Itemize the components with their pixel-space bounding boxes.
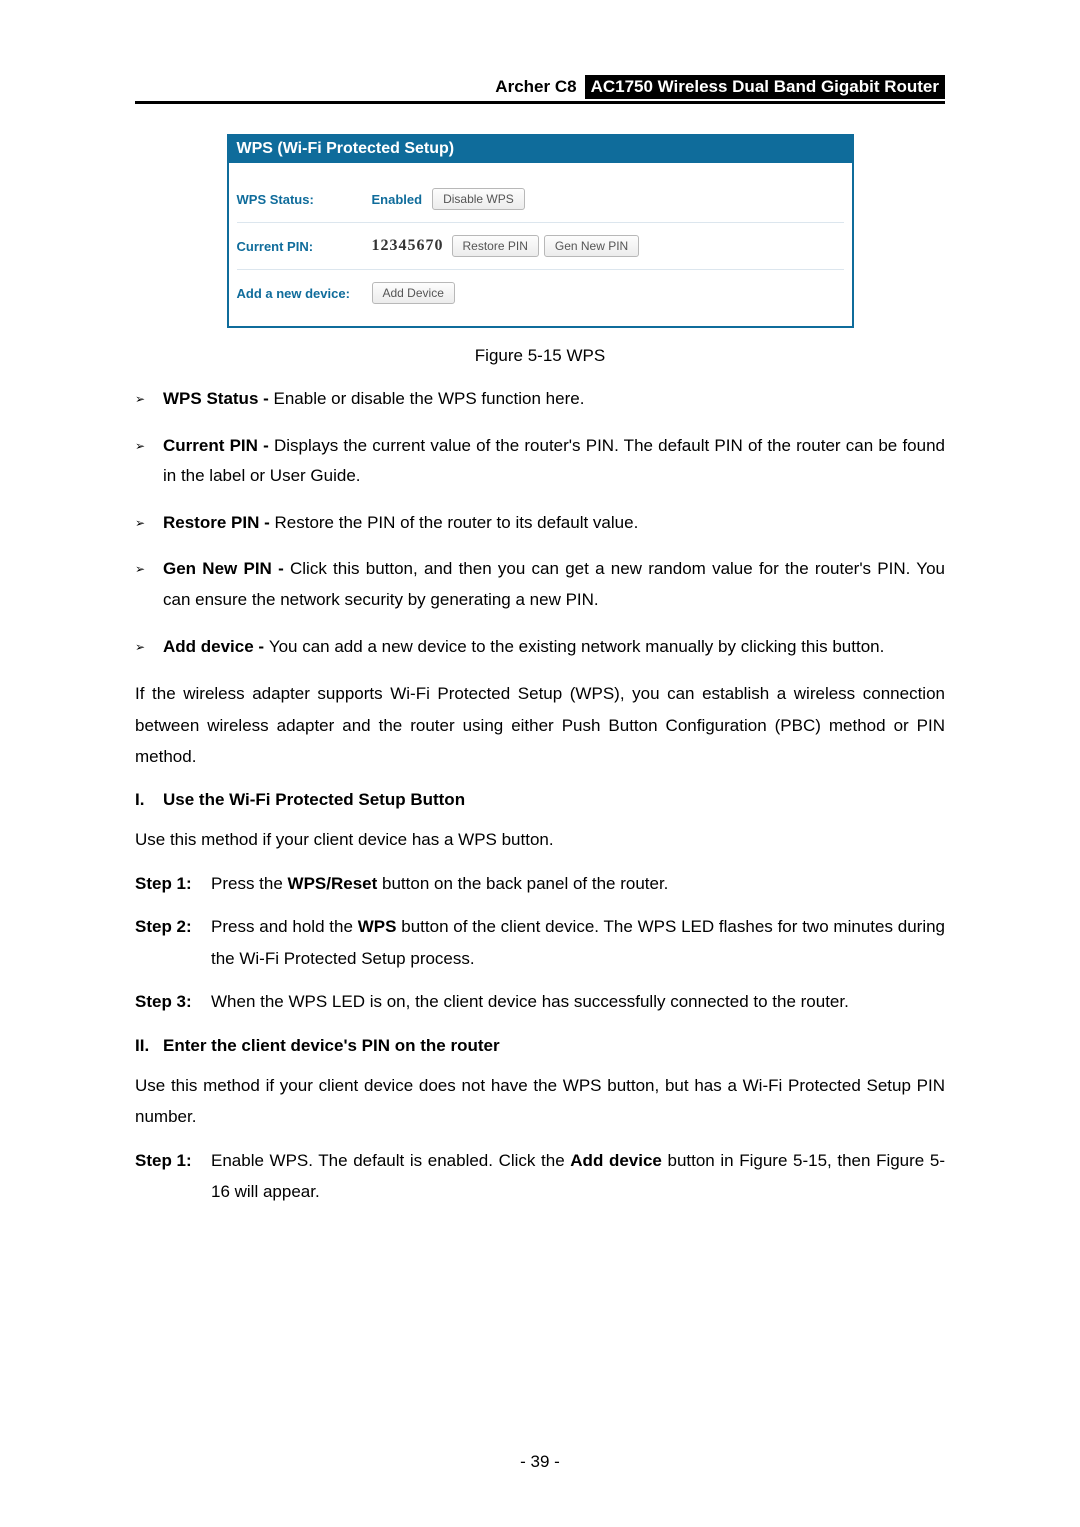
step-body: Enable WPS. The default is enabled. Clic… [211,1145,945,1208]
bullet-item: ➢ WPS Status - Enable or disable the WPS… [135,384,945,415]
bullet-text: Add device - You can add a new device to… [163,632,945,663]
wps-panel: WPS (Wi-Fi Protected Setup) WPS Status: … [227,134,854,328]
bullet-text: WPS Status - Enable or disable the WPS f… [163,384,945,415]
step-body: Press the WPS/Reset button on the back p… [211,868,945,899]
paragraph: If the wireless adapter supports Wi-Fi P… [135,678,945,772]
wps-status-row: WPS Status: Enabled Disable WPS [237,173,844,222]
wps-status-label: WPS Status: [237,192,372,207]
wps-pin-row: Current PIN: 12345670 Restore PIN Gen Ne… [237,222,844,269]
add-device-label: Add a new device: [237,286,372,301]
page-number: - 39 - [0,1452,1080,1472]
step-label: Step 2: [135,911,211,974]
gen-new-pin-button[interactable]: Gen New PIN [544,235,639,257]
current-pin-value: 12345670 [372,237,444,255]
section-i-intro: Use this method if your client device ha… [135,824,945,855]
section-ii-intro: Use this method if your client device do… [135,1070,945,1133]
wps-status-value: Enabled [372,192,423,207]
step-row: Step 2: Press and hold the WPS button of… [135,911,945,974]
restore-pin-button[interactable]: Restore PIN [452,235,539,257]
document-header: Archer C8AC1750 Wireless Dual Band Gigab… [135,75,945,104]
add-device-row: Add a new device: Add Device [237,269,844,316]
bullet-text: Current PIN - Displays the current value… [163,431,945,492]
step-row: Step 1: Enable WPS. The default is enabl… [135,1145,945,1208]
step-body: When the WPS LED is on, the client devic… [211,986,945,1017]
bullet-marker-icon: ➢ [135,632,163,663]
bullet-marker-icon: ➢ [135,554,163,615]
step-row: Step 1: Press the WPS/Reset button on th… [135,868,945,899]
wps-panel-body: WPS Status: Enabled Disable WPS Current … [229,163,852,326]
bullet-text: Gen New PIN - Click this button, and the… [163,554,945,615]
bullet-marker-icon: ➢ [135,431,163,492]
bullet-item: ➢ Add device - You can add a new device … [135,632,945,663]
step-row: Step 3: When the WPS LED is on, the clie… [135,986,945,1017]
step-label: Step 3: [135,986,211,1017]
bullet-text: Restore PIN - Restore the PIN of the rou… [163,508,945,539]
product-description: AC1750 Wireless Dual Band Gigabit Router [585,75,945,99]
step-body: Press and hold the WPS button of the cli… [211,911,945,974]
step-label: Step 1: [135,1145,211,1208]
section-ii-title: II.Enter the client device's PIN on the … [135,1036,945,1056]
section-i-title: I.Use the Wi-Fi Protected Setup Button [135,790,945,810]
disable-wps-button[interactable]: Disable WPS [432,188,525,210]
wps-panel-title: WPS (Wi-Fi Protected Setup) [229,136,852,163]
bullet-item: ➢ Gen New PIN - Click this button, and t… [135,554,945,615]
bullet-marker-icon: ➢ [135,508,163,539]
figure-caption: Figure 5-15 WPS [135,346,945,366]
bullet-list: ➢ WPS Status - Enable or disable the WPS… [135,384,945,662]
bullet-item: ➢ Current PIN - Displays the current val… [135,431,945,492]
bullet-marker-icon: ➢ [135,384,163,415]
current-pin-label: Current PIN: [237,239,372,254]
bullet-item: ➢ Restore PIN - Restore the PIN of the r… [135,508,945,539]
model-label: Archer C8 [495,77,584,97]
step-label: Step 1: [135,868,211,899]
add-device-button[interactable]: Add Device [372,282,455,304]
